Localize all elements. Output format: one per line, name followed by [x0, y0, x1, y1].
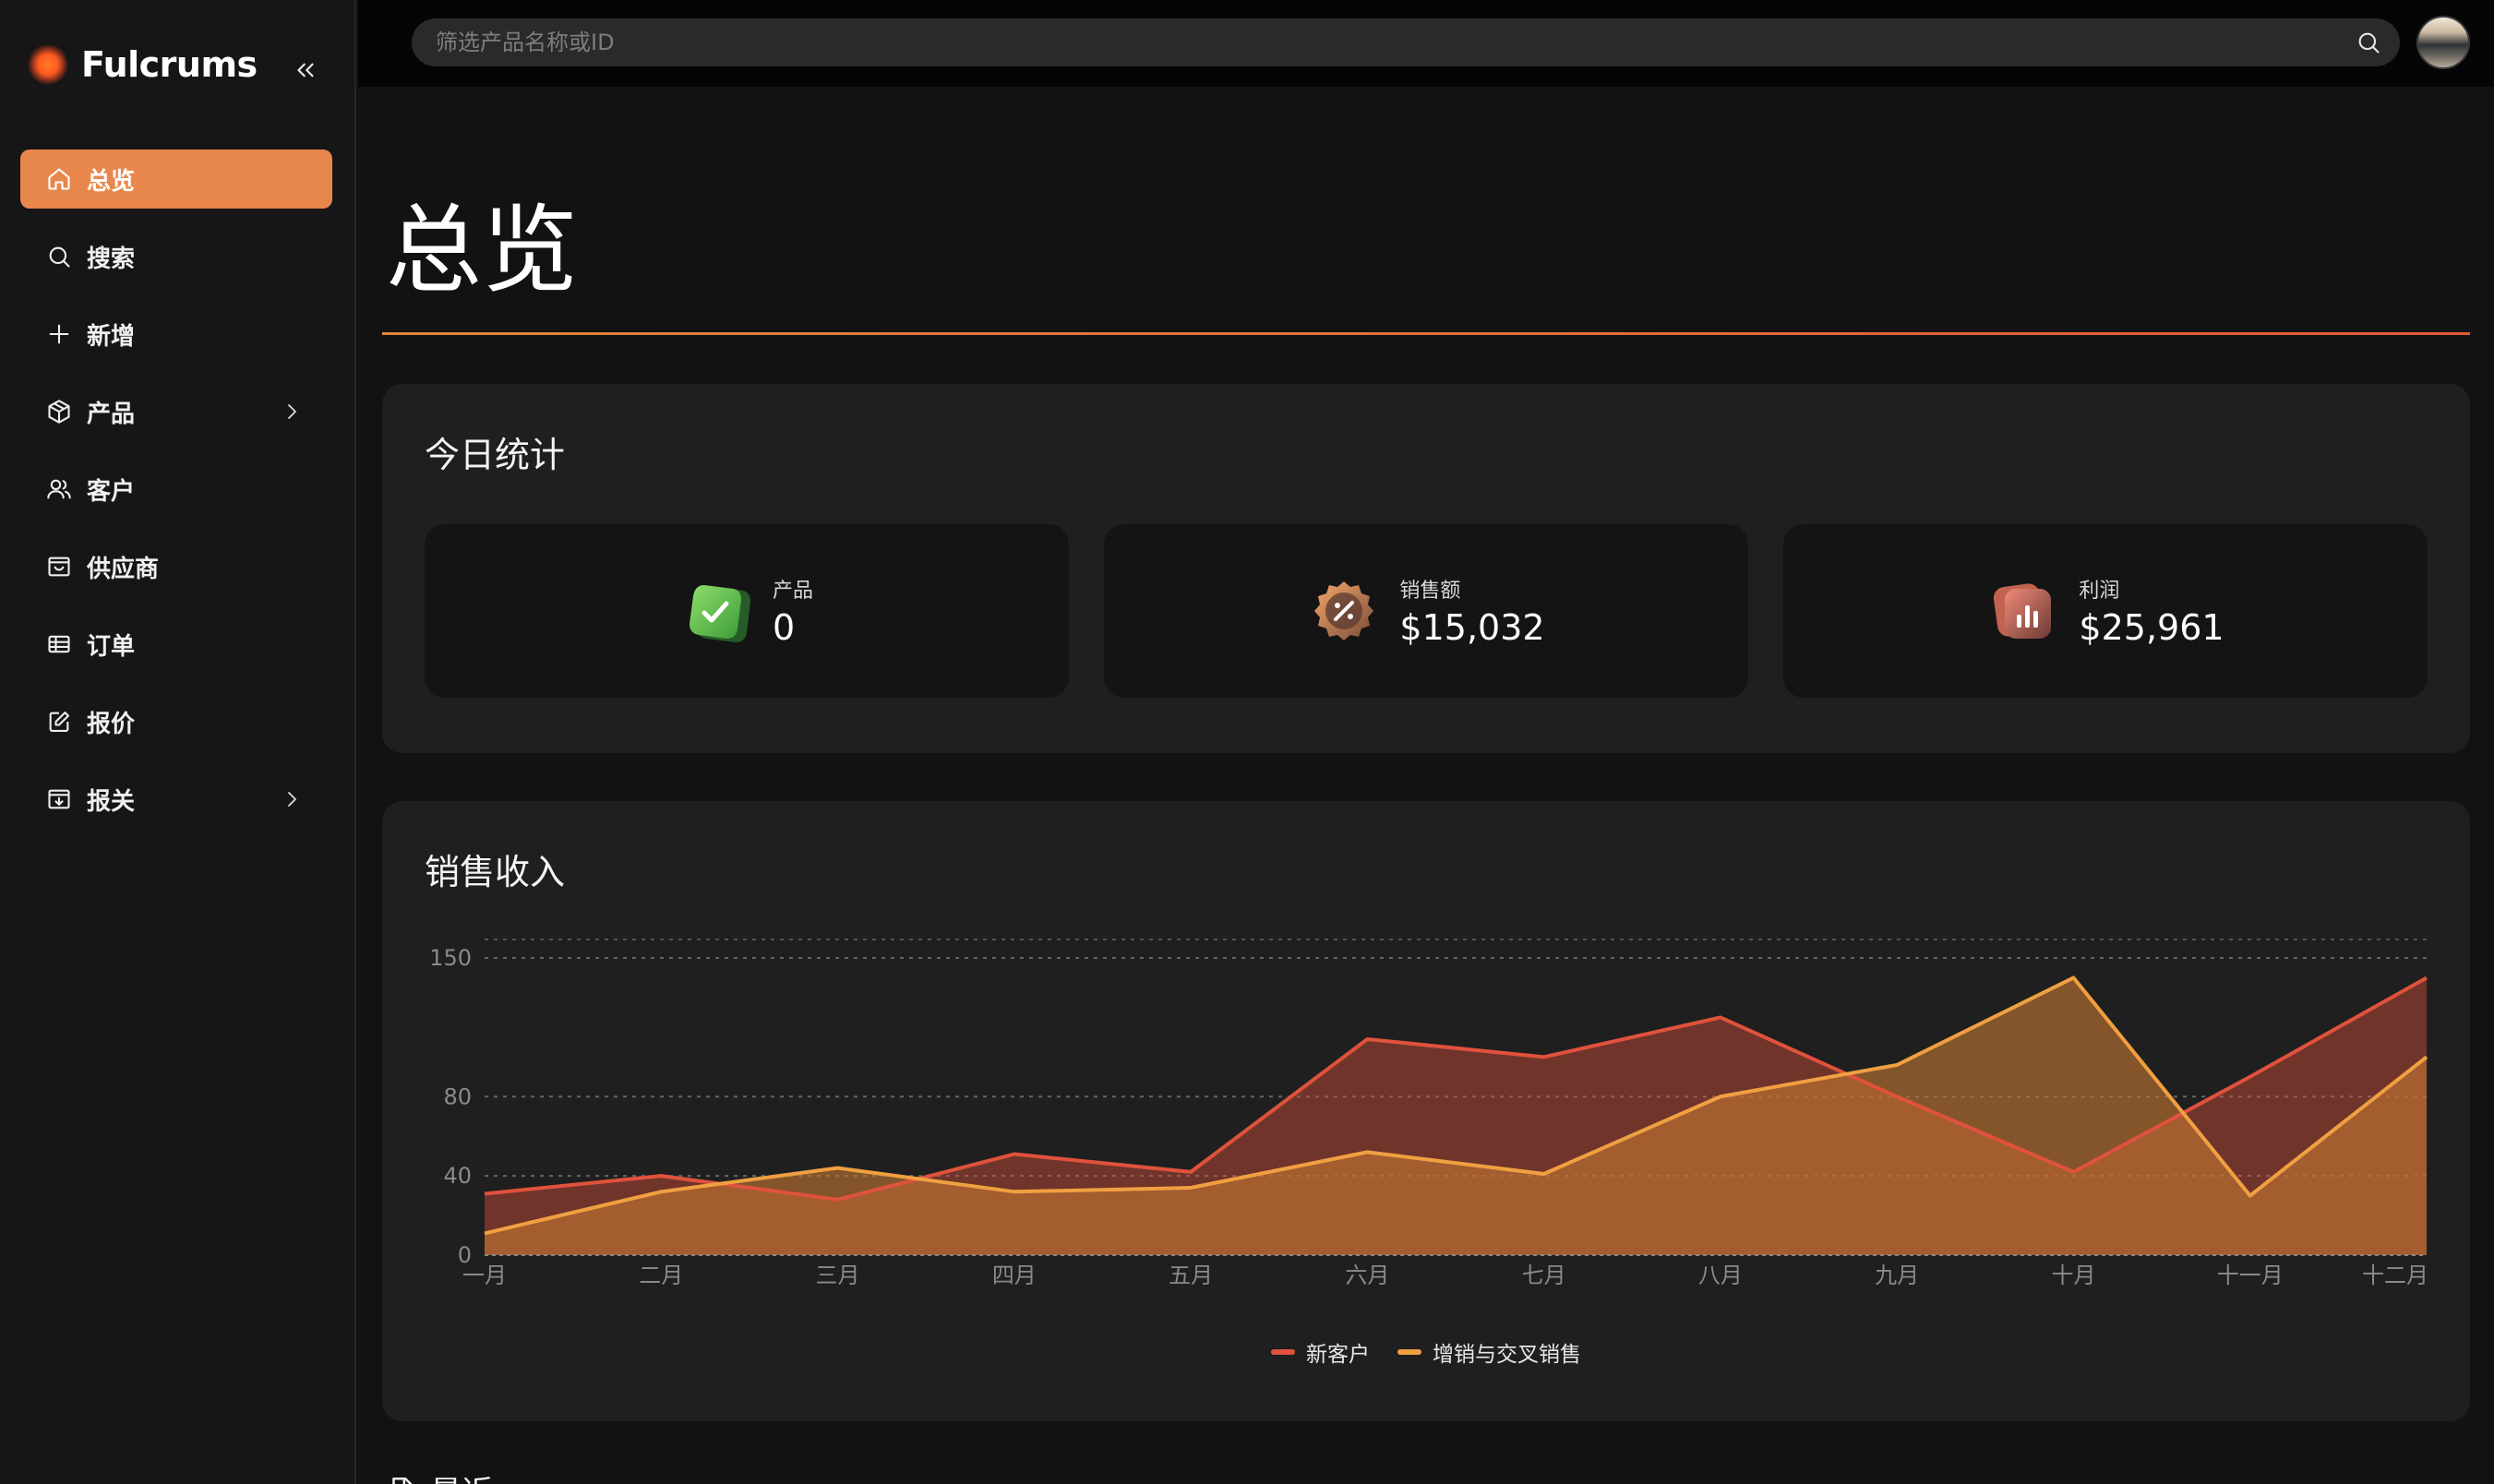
stat-sales[interactable]: 销售额 $15,032 [1104, 524, 1748, 698]
chart-legend: 新客户 增销与交叉销售 [382, 1336, 2470, 1368]
stat-value: $25,961 [2079, 607, 2224, 648]
x-tick-label: 七月 [1522, 1263, 1566, 1288]
sidebar-item-label: 产品 [87, 400, 136, 428]
archive-icon [44, 784, 74, 814]
sidebar-item-label: 总览 [87, 167, 136, 196]
x-tick-label: 十二月 [2362, 1263, 2428, 1288]
collapse-sidebar-button[interactable] [286, 54, 325, 87]
stats-title: 今日统计 [425, 435, 566, 475]
x-tick-label: 九月 [1875, 1263, 1919, 1288]
search-button[interactable] [2356, 30, 2383, 57]
x-tick-label: 二月 [639, 1263, 683, 1288]
sidebar-item-label: 订单 [87, 632, 136, 661]
legend-swatch [1397, 1349, 1421, 1355]
recent-label: 最近 [430, 1467, 493, 1484]
sidebar: Fulcrums 总览 搜索 新增 产品 客户 供应商 订单 报价 报关 [0, 0, 356, 1484]
x-tick-label: 一月 [462, 1263, 507, 1288]
search-icon [44, 242, 74, 271]
stat-value: $15,032 [1399, 607, 1545, 648]
sidebar-item-orders[interactable]: 订单 [20, 615, 332, 674]
sidebar-nav: 总览 搜索 新增 产品 客户 供应商 订单 报价 报关 [20, 150, 332, 847]
edit-icon [44, 707, 74, 736]
shield-check-icon [689, 585, 750, 642]
y-tick-label: 150 [429, 945, 472, 971]
sidebar-item-label: 客户 [87, 477, 136, 506]
stat-value: 0 [772, 607, 796, 648]
y-tick-label: 80 [443, 1083, 472, 1109]
page-title: 总览 [386, 194, 579, 306]
legend-label: 新客户 [1306, 1343, 1370, 1367]
x-tick-label: 六月 [1345, 1263, 1389, 1288]
x-tick-label: 八月 [1698, 1263, 1743, 1288]
search-input[interactable] [436, 18, 2337, 66]
chevron-right-icon[interactable] [277, 397, 306, 426]
x-tick-label: 十月 [2051, 1263, 2095, 1288]
logo-mark-icon [28, 44, 68, 85]
chevrons-left-icon [297, 63, 314, 78]
table-icon [44, 629, 74, 659]
brand-name: Fulcrums [81, 44, 258, 85]
sidebar-item-customers[interactable]: 客户 [20, 460, 332, 519]
x-tick-label: 四月 [992, 1263, 1037, 1288]
sidebar-item-label: 新增 [87, 322, 136, 351]
title-divider [382, 332, 2470, 335]
discount-badge-icon [1314, 581, 1374, 640]
revenue-area-chart: 04080150一月 二月 三月 四月 五月 六月 七月 八月 九月 十月 十一月 十二月 [429, 939, 2428, 1288]
logo[interactable]: Fulcrums [28, 44, 258, 85]
x-tick-label: 三月 [816, 1263, 860, 1288]
stat-products[interactable]: 产品 0 [425, 524, 1069, 698]
legend-swatch [1271, 1349, 1295, 1355]
x-tick-label: 十一月 [2217, 1263, 2284, 1288]
sidebar-item-search[interactable]: 搜索 [20, 227, 332, 286]
package-icon [44, 397, 74, 426]
legend-item-new-customers[interactable]: 新客户 [1271, 1336, 1370, 1368]
sidebar-item-suppliers[interactable]: 供应商 [20, 537, 332, 596]
search-icon [2358, 32, 2380, 54]
sales-revenue-card: 销售收入 0 40 80 150 一月 二月 三月 四月 五月 六月 七月 八月 九月 十月 十一月 十二月 … [382, 801, 2470, 1421]
sidebar-item-overview[interactable]: 总览 [20, 150, 332, 209]
chevron-right-icon[interactable] [277, 784, 306, 814]
topbar [358, 0, 2494, 87]
bar-chart-icon [1994, 583, 2052, 639]
recent-section-header: 最近 [386, 1467, 493, 1484]
today-stats-card: 今日统计 产品 0 销售额 $15,032 利润 $25,961 [382, 384, 2470, 753]
x-tick-label: 五月 [1169, 1263, 1213, 1288]
sidebar-item-label: 报价 [87, 710, 136, 738]
stat-label: 销售额 [1399, 580, 1461, 603]
stat-label: 利润 [2079, 580, 2120, 603]
app-root: Fulcrums 总览 搜索 新增 产品 客户 供应商 订单 报价 报关 筛选产… [0, 0, 2494, 1484]
y-tick-label: 40 [443, 1163, 472, 1189]
home-icon [44, 164, 74, 194]
stat-label: 产品 [772, 580, 813, 603]
inbox-icon [44, 552, 74, 581]
sidebar-item-label: 报关 [87, 787, 136, 816]
stat-profit[interactable]: 利润 $25,961 [1783, 524, 2428, 698]
sidebar-item-customs[interactable]: 报关 [20, 770, 332, 829]
plus-icon [44, 319, 74, 349]
legend-label: 增销与交叉销售 [1433, 1343, 1581, 1367]
sidebar-item-products[interactable]: 产品 [20, 382, 332, 441]
avatar[interactable] [2416, 16, 2470, 69]
sidebar-item-label: 搜索 [87, 245, 136, 273]
search-bar [412, 18, 2400, 66]
sidebar-item-label: 供应商 [87, 555, 160, 583]
sidebar-item-add[interactable]: 新增 [20, 305, 332, 364]
legend-item-upsell[interactable]: 增销与交叉销售 [1397, 1336, 1581, 1368]
users-icon [44, 474, 74, 504]
sidebar-item-quotes[interactable]: 报价 [20, 692, 332, 751]
file-icon [392, 1477, 413, 1484]
